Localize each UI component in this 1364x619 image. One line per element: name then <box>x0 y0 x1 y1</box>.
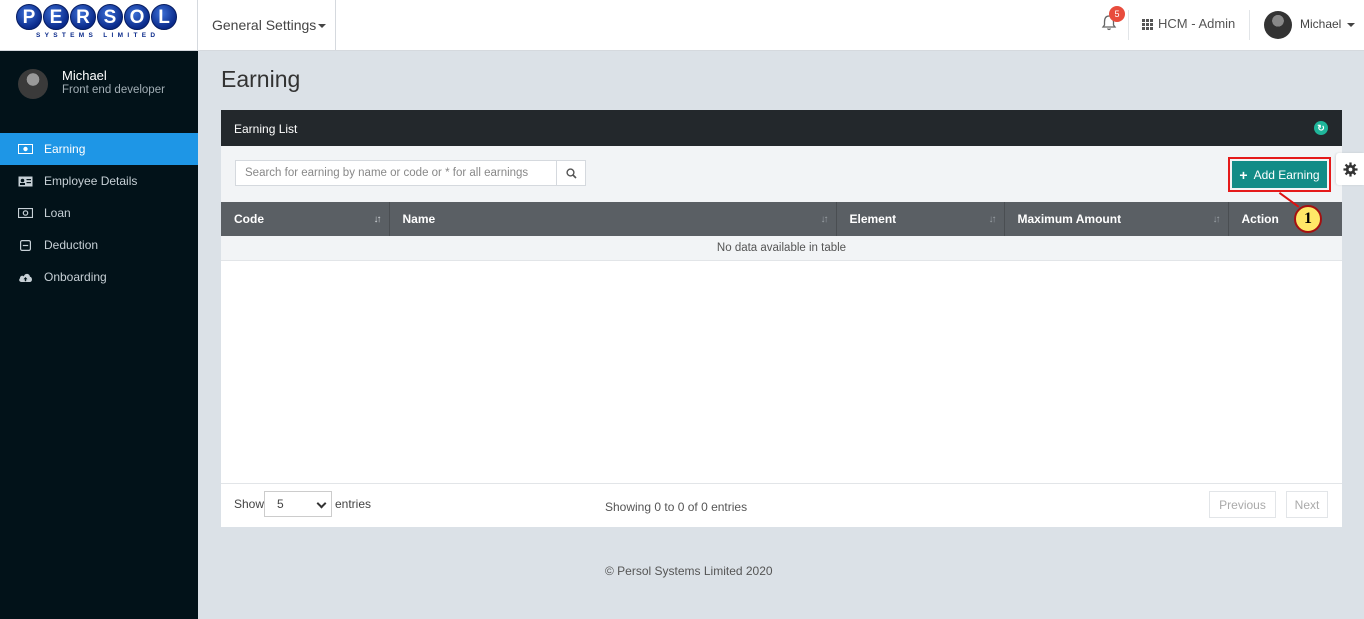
add-earning-button[interactable]: + Add Earning <box>1232 161 1327 188</box>
minus-square-icon <box>18 239 33 251</box>
logo-letter: E <box>43 4 69 30</box>
cloud-upload-icon <box>18 272 33 283</box>
column-header-maximum-amount[interactable]: Maximum Amount ↓↑ <box>1004 202 1229 236</box>
sidebar-item-deduction[interactable]: Deduction <box>0 229 198 261</box>
table-footer: Show 5 entries Showing 0 to 0 of 0 entri… <box>221 483 1342 527</box>
entries-label: entries <box>335 497 372 511</box>
sort-icon: ↓↑ <box>820 214 829 225</box>
user-menu-name: Michael <box>1300 17 1342 31</box>
panel-title: Earning List <box>234 122 298 136</box>
column-header-label: Code <box>234 212 264 226</box>
table-toolbar <box>221 146 1342 202</box>
logo-letter: O <box>124 4 150 30</box>
earning-list-panel: Earning List ↻ + Add Earning Code ↓↑ Name… <box>221 110 1342 527</box>
plus-icon: + <box>1239 166 1248 183</box>
logo-letters: P E R S O L <box>16 4 180 30</box>
sidebar-nav: Earning Employee Details Loan Deduction … <box>0 133 198 293</box>
divider <box>1249 10 1250 40</box>
sidebar-item-label: Employee Details <box>44 174 138 188</box>
previous-page-button[interactable]: Previous <box>1209 491 1276 518</box>
sidebar-item-onboarding[interactable]: Onboarding <box>0 261 198 293</box>
column-header-action: Action <box>1228 202 1342 236</box>
app-switcher[interactable]: HCM - Admin <box>1142 16 1235 31</box>
top-bar: P E R S O L SYSTEMS LIMITED General Sett… <box>0 0 1364 51</box>
search-icon <box>565 167 577 179</box>
show-label: Show <box>234 497 265 511</box>
logo-letter: P <box>16 4 42 30</box>
logo-subtext: SYSTEMS LIMITED <box>36 32 160 39</box>
general-settings-menu[interactable]: General Settings <box>197 0 336 51</box>
profile-role: Front end developer <box>62 84 165 96</box>
gear-icon <box>1342 161 1358 177</box>
search-button[interactable] <box>556 160 586 186</box>
column-header-label: Action <box>1241 212 1279 226</box>
caret-down-icon <box>318 24 327 29</box>
sidebar-item-employee-details[interactable]: Employee Details <box>0 165 198 197</box>
next-page-button[interactable]: Next <box>1286 491 1328 518</box>
copyright-text: © Persol Systems Limited 2020 <box>605 564 773 578</box>
user-avatar[interactable] <box>1264 11 1292 39</box>
column-header-name[interactable]: Name ↓↑ <box>389 202 837 236</box>
column-header-label: Name <box>402 212 436 226</box>
user-menu[interactable]: Michael <box>1300 17 1355 31</box>
column-header-label: Element <box>849 212 897 226</box>
logo-letter: S <box>97 4 123 30</box>
sidebar-item-loan[interactable]: Loan <box>0 197 198 229</box>
persol-logo[interactable]: P E R S O L SYSTEMS LIMITED <box>16 4 180 42</box>
cash-icon <box>18 208 33 219</box>
add-earning-highlight: + Add Earning <box>1228 157 1331 192</box>
chevron-down-icon <box>316 498 327 509</box>
sidebar: Michael Front end developer Earning Empl… <box>0 51 198 619</box>
page-title: Earning <box>221 66 301 92</box>
settings-toggle[interactable] <box>1336 153 1364 185</box>
divider <box>1128 10 1129 40</box>
notification-badge: 5 <box>1109 6 1125 22</box>
profile-name: Michael <box>62 68 107 83</box>
table-header-row: Code ↓↑ Name ↓↑ Element ↓↑ Maximum Amount ↓↑… <box>221 202 1342 236</box>
column-header-label: Maximum Amount <box>1017 212 1122 226</box>
general-settings-label: General Settings <box>212 17 317 33</box>
add-earning-label: Add Earning <box>1253 167 1320 182</box>
sidebar-item-label: Deduction <box>44 238 99 252</box>
sidebar-item-earning[interactable]: Earning <box>0 133 198 165</box>
panel-header: Earning List ↻ <box>221 110 1342 146</box>
refresh-icon[interactable]: ↻ <box>1314 121 1328 135</box>
earning-table: Code ↓↑ Name ↓↑ Element ↓↑ Maximum Amount ↓↑… <box>221 202 1342 261</box>
logo-letter: R <box>70 4 96 30</box>
search-input[interactable] <box>235 160 557 186</box>
table-info: Showing 0 to 0 of 0 entries <box>605 500 748 514</box>
id-card-icon <box>18 176 33 187</box>
entries-select[interactable]: 5 <box>264 491 332 517</box>
sort-icon: ↓↑ <box>373 214 382 225</box>
profile-avatar <box>18 69 48 99</box>
app-switcher-label: HCM - Admin <box>1158 16 1236 31</box>
table-row: No data available in table <box>221 236 1342 261</box>
apps-grid-icon <box>1142 18 1154 30</box>
column-header-element[interactable]: Element ↓↑ <box>836 202 1005 236</box>
caret-down-icon <box>1346 22 1355 27</box>
money-icon <box>18 144 33 155</box>
empty-table-message: No data available in table <box>221 236 1342 261</box>
entries-select-value: 5 <box>277 497 284 511</box>
step-callout: 1 <box>1294 205 1322 233</box>
sidebar-item-label: Earning <box>44 142 86 156</box>
sidebar-item-label: Loan <box>44 206 71 220</box>
sort-icon: ↓↑ <box>1212 214 1221 225</box>
column-header-code[interactable]: Code ↓↑ <box>221 202 390 236</box>
sort-icon: ↓↑ <box>988 214 997 225</box>
sidebar-item-label: Onboarding <box>44 270 107 284</box>
logo-letter: L <box>151 4 177 30</box>
